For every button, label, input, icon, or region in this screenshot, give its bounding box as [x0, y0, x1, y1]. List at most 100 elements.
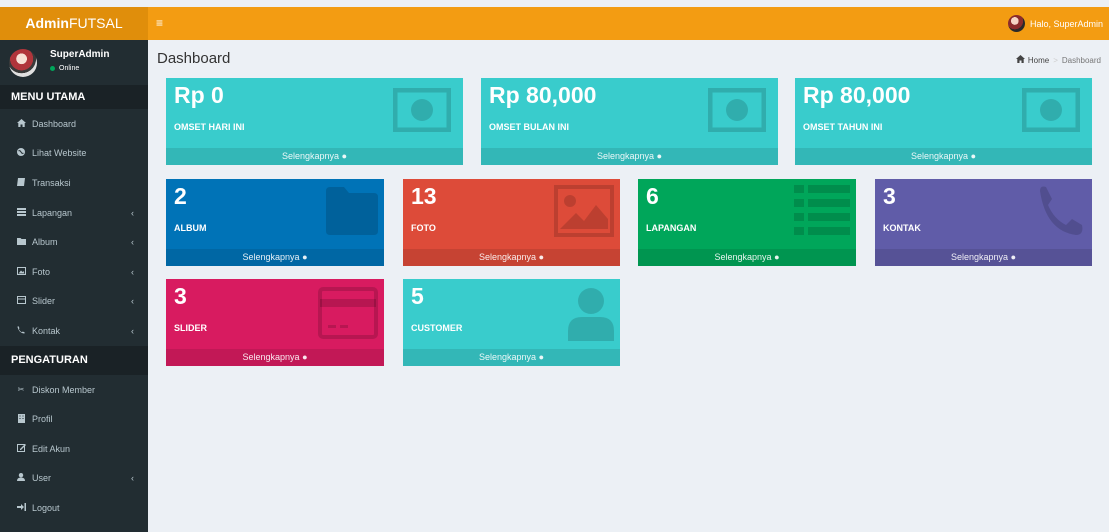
sidebar-item-album[interactable]: Album ‹: [0, 227, 148, 257]
more-info-link[interactable]: Selengkapnya ●: [166, 249, 384, 266]
sidebar-item-label: Transaksi: [32, 177, 71, 188]
sidebar-item-label: Profil: [32, 414, 53, 425]
sidebar-item-label: Lihat Website: [32, 148, 87, 159]
box-label: SLIDER: [174, 323, 208, 333]
sidebar-item-lapangan[interactable]: Lapangan ‹: [0, 198, 148, 228]
sidebar-item-label: User: [32, 473, 52, 484]
arrow-circle-right-icon: ●: [774, 252, 780, 262]
breadcrumb-home-link[interactable]: Home: [1028, 56, 1049, 65]
box-label: LAPANGAN: [646, 223, 697, 233]
sidebar-item-lihat-website[interactable]: Lihat Website: [0, 139, 148, 169]
more-info-link[interactable]: Selengkapnya ●: [166, 148, 463, 165]
sidebar-item-label: Edit Akun: [32, 443, 71, 454]
money-icon: [392, 87, 452, 135]
sidebar-item-label: Slider: [32, 296, 56, 307]
box-label: ALBUM: [174, 223, 207, 233]
chevron-left-icon: ‹: [131, 325, 134, 336]
money-icon: [1021, 87, 1081, 135]
sidebar-toggle-icon[interactable]: ≡: [156, 17, 163, 29]
credit-card-icon: [318, 287, 378, 342]
box-value: Rp 0: [174, 82, 224, 108]
user-greeting: Halo, SuperAdmin: [1029, 18, 1103, 29]
box-label: CUSTOMER: [411, 323, 463, 333]
arrow-circle-right-icon: ●: [538, 352, 544, 362]
user-status-label: Online: [59, 65, 80, 72]
folder-icon: [326, 187, 378, 238]
sidebar-item-edit-akun[interactable]: Edit Akun: [0, 434, 148, 464]
box-value: 3: [883, 183, 896, 209]
image-icon: [15, 266, 27, 277]
home-icon: [1015, 55, 1025, 65]
list-icon: [794, 185, 850, 238]
scissors-icon: ✂: [17, 385, 25, 395]
more-info-link[interactable]: Selengkapnya ●: [481, 148, 778, 165]
edit-icon: [15, 443, 27, 454]
building-icon: [15, 413, 27, 425]
revenue-box-yearly: Rp 80,000 OMSET TAHUN INI Selengkapnya ●: [795, 78, 1092, 165]
folder-icon: [15, 237, 27, 247]
avatar: [1007, 15, 1025, 32]
more-info-link[interactable]: Selengkapnya ●: [166, 349, 384, 366]
arrow-circle-right-icon: ●: [302, 352, 308, 362]
stat-box-lapangan: 6 LAPANGAN Selengkapnya ●: [638, 179, 856, 266]
box-value: 13: [411, 183, 437, 209]
revenue-box-daily: Rp 0 OMSET HARI INI Selengkapnya ●: [166, 78, 463, 165]
phone-icon: [15, 326, 27, 336]
more-info-link[interactable]: Selengkapnya ●: [403, 249, 620, 266]
money-icon: [707, 87, 767, 135]
image-icon: [554, 185, 614, 240]
box-label: OMSET TAHUN INI: [803, 122, 883, 132]
sidebar-section-settings: PENGATURAN: [0, 345, 148, 375]
globe-icon: [15, 148, 27, 158]
sidebar-item-diskon-member[interactable]: ✂ Diskon Member: [0, 375, 148, 405]
avatar: [9, 49, 37, 77]
more-info-link[interactable]: Selengkapnya ●: [638, 249, 856, 266]
sidebar: SuperAdmin Online MENU UTAMA Dashboard L…: [0, 40, 148, 532]
arrow-circle-right-icon: ●: [1010, 252, 1016, 262]
arrow-circle-right-icon: ●: [538, 252, 544, 262]
more-info-link[interactable]: Selengkapnya ●: [875, 249, 1092, 266]
sidebar-item-label: Foto: [32, 266, 51, 277]
sidebar-item-transaksi[interactable]: Transaksi: [0, 168, 148, 198]
breadcrumb-current: Dashboard: [1061, 55, 1101, 65]
sidebar-item-label: Diskon Member: [32, 384, 96, 395]
breadcrumb-separator: >: [1053, 55, 1058, 65]
phone-icon: [1036, 185, 1084, 240]
sidebar-section-main: MENU UTAMA: [0, 85, 148, 109]
chevron-left-icon: ‹: [131, 207, 134, 218]
user-icon: [15, 473, 27, 483]
sidebar-item-foto[interactable]: Foto ‹: [0, 257, 148, 287]
logo-light: FUTSAL: [68, 15, 123, 31]
sidebar-item-kontak[interactable]: Kontak ‹: [0, 316, 148, 346]
sidebar-item-dashboard[interactable]: Dashboard: [0, 109, 148, 139]
chevron-left-icon: ‹: [131, 237, 134, 248]
sidebar-item-user[interactable]: User ‹: [0, 464, 148, 494]
online-dot-icon: [50, 66, 55, 71]
app-logo[interactable]: AdminFUTSAL: [0, 7, 148, 40]
arrow-circle-right-icon: ●: [656, 151, 662, 161]
box-value: Rp 80,000: [803, 82, 911, 108]
list-icon: [15, 207, 27, 218]
sidebar-item-label: Kontak: [32, 325, 61, 336]
sidebar-item-profil[interactable]: Profil: [0, 404, 148, 434]
sidebar-item-label: Logout: [32, 502, 60, 513]
user-menu[interactable]: Halo, SuperAdmin: [1007, 15, 1103, 32]
book-icon: [15, 177, 27, 188]
logo-bold: Admin: [25, 15, 69, 31]
more-info-link[interactable]: Selengkapnya ●: [795, 148, 1092, 165]
box-label: OMSET HARI INI: [174, 122, 245, 132]
content-header: Dashboard Home > Dashboard: [148, 40, 1109, 76]
dashboard-icon: [15, 118, 27, 129]
box-label: FOTO: [411, 223, 436, 233]
stat-box-kontak: 3 KONTAK Selengkapnya ●: [875, 179, 1092, 266]
sidebar-item-logout[interactable]: Logout: [0, 493, 148, 523]
slider-icon: [15, 296, 27, 306]
chevron-left-icon: ‹: [131, 473, 134, 484]
stat-box-foto: 13 FOTO Selengkapnya ●: [403, 179, 620, 266]
sidebar-item-slider[interactable]: Slider ‹: [0, 287, 148, 317]
breadcrumb: Home > Dashboard: [1015, 55, 1101, 65]
arrow-circle-right-icon: ●: [302, 252, 308, 262]
more-info-link[interactable]: Selengkapnya ●: [403, 349, 620, 366]
top-navbar: ≡ Halo, SuperAdmin: [148, 7, 1109, 40]
box-label: KONTAK: [883, 223, 921, 233]
